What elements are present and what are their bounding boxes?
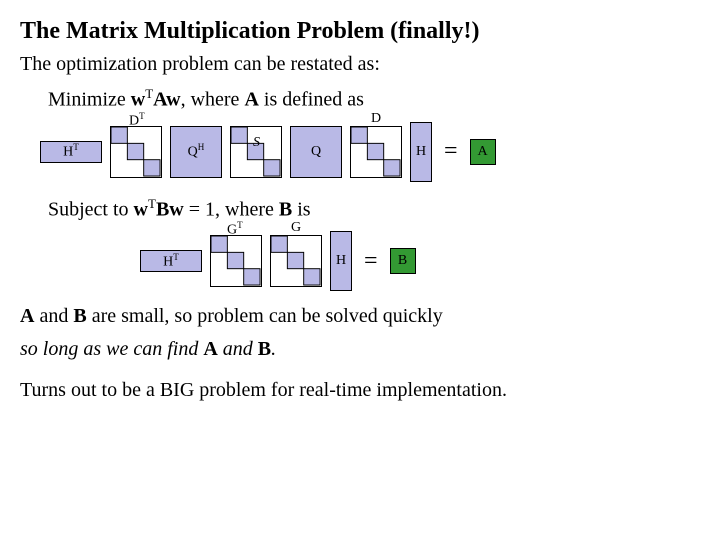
small-txt2: so long as we can find (20, 338, 203, 360)
small-line-1: A and B are small, so problem can be sol… (20, 305, 700, 328)
minimize-pre: Minimize (48, 89, 131, 111)
mat-DT-lbl: DT (129, 111, 145, 130)
minimize-tail: is defined as (259, 89, 364, 111)
subject-pre: Subject to (48, 198, 134, 220)
mat-G-lbl: G (291, 220, 301, 236)
minimize-line: Minimize wTAw, where A is defined as (20, 86, 700, 112)
diag-hatch-icon (111, 127, 161, 177)
mat-S-lbl: S (253, 135, 260, 151)
mat-HT: HT (40, 141, 102, 163)
mat-QH-lbl: QH (188, 142, 205, 161)
mat-D-lbl: D (371, 111, 381, 127)
mat-D: D (350, 126, 402, 178)
mat-GT: GT (210, 235, 262, 287)
equation-row-B: HT GT G H = B (20, 231, 700, 291)
small-line-2: so long as we can find A and B. (20, 338, 700, 361)
equals-sign: = (440, 138, 462, 165)
subject-B: B (279, 198, 292, 220)
mat-H: H (410, 122, 432, 182)
subject-tail: is (292, 198, 310, 220)
small-mid1: and (34, 305, 73, 327)
small-A: A (20, 305, 34, 327)
mat-G: G (270, 235, 322, 287)
small-A2: A (203, 338, 217, 360)
diag-hatch-icon (211, 236, 261, 286)
subject-mid: = 1, where (184, 198, 279, 220)
mat-HT2: HT (140, 250, 202, 272)
mat-Q: Q (290, 126, 342, 178)
minimize-T1: T (145, 86, 153, 101)
slide-title: The Matrix Multiplication Problem (final… (20, 18, 700, 45)
big-line: Turns out to be a BIG problem for real-t… (20, 379, 700, 402)
minimize-A: A (244, 89, 258, 111)
mat-H2-lbl: H (336, 253, 346, 269)
mat-A: A (470, 139, 496, 165)
minimize-Aw: Aw (153, 89, 180, 111)
small-tail: . (271, 338, 276, 360)
small-mid2: and (218, 338, 258, 360)
mat-HT2-lbl: HT (163, 252, 179, 271)
minimize-post: , where (181, 89, 245, 111)
small-B: B (73, 305, 86, 327)
mat-H2: H (330, 231, 352, 291)
small-B2: B (258, 338, 271, 360)
mat-B: B (390, 248, 416, 274)
subject-w: w (134, 198, 148, 220)
equation-row-A: HT DT QH S Q D H = (20, 122, 700, 182)
equals-sign-2: = (360, 248, 382, 275)
mat-QH: QH (170, 126, 222, 178)
mat-HT-lbl: HT (63, 142, 79, 161)
minimize-w: w (131, 89, 145, 111)
mat-GT-lbl: GT (227, 220, 243, 239)
diag-hatch-icon (351, 127, 401, 177)
subject-line: Subject to wTBw = 1, where B is (20, 196, 700, 222)
mat-A-lbl: A (477, 144, 487, 160)
small-txt: are small, so problem can be solved quic… (87, 305, 443, 327)
diag-hatch-icon (271, 236, 321, 286)
mat-DT: DT (110, 126, 162, 178)
mat-Q-lbl: Q (311, 144, 321, 160)
mat-B-lbl: B (398, 253, 407, 269)
subject-T: T (148, 196, 156, 211)
mat-S: S (230, 126, 282, 178)
intro-line: The optimization problem can be restated… (20, 53, 700, 76)
mat-H-lbl: H (416, 144, 426, 160)
subject-Bw: Bw (156, 198, 184, 220)
